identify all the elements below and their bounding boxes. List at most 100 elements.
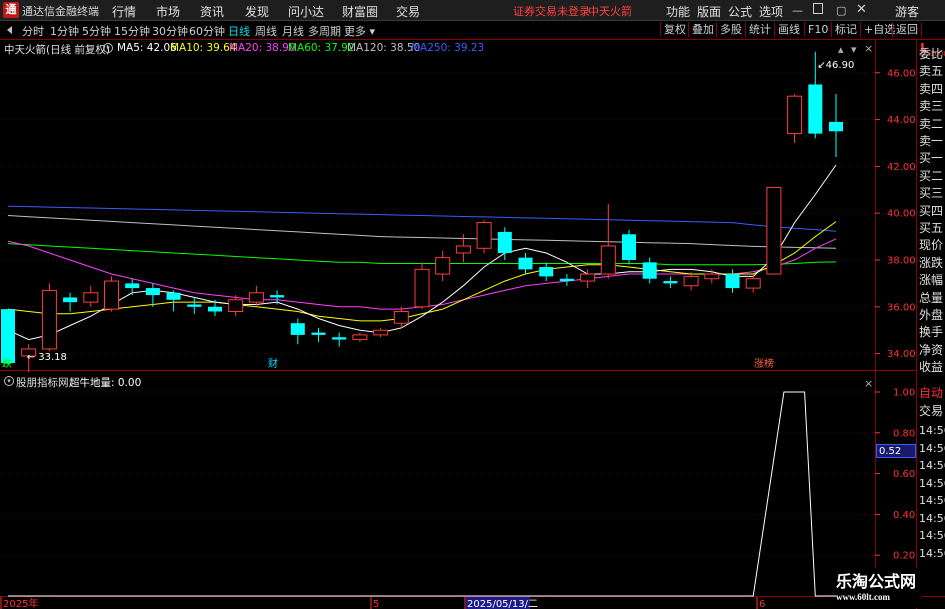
indicator-y-tick-label: 0.60 [893, 469, 915, 480]
event-marker: 涨榜 [754, 357, 774, 370]
indicator-y-tick-label: 0.20 [893, 551, 915, 562]
candle-body [311, 332, 326, 335]
candle-body [642, 262, 657, 279]
y-tick-label: 40.00 [887, 209, 916, 220]
candle-body [663, 281, 678, 284]
chart-down-icon[interactable]: ▾ [851, 43, 857, 56]
y-tick-label: 44.00 [887, 115, 916, 126]
watermark: 乐淘公式网 www.60lt.com [836, 568, 922, 608]
indicator-line [8, 391, 836, 597]
candle-body [104, 280, 119, 310]
candle-body [580, 273, 596, 282]
candle-body [745, 278, 761, 289]
ma60-label: MA60: 37.92 [288, 42, 355, 54]
event-marker: 跌 [2, 357, 12, 370]
ma-settings-icon[interactable]: ▾ [103, 43, 113, 53]
quote-label: 卖三 [919, 99, 944, 114]
chart-close-icon[interactable]: × [864, 42, 873, 55]
candle-body [808, 84, 823, 134]
y-tick-label: 34.00 [887, 349, 916, 360]
candle-body [559, 278, 574, 282]
ma5-label: MA5: 42.06 [117, 42, 177, 54]
quote-label: 买一 [919, 151, 944, 166]
quote-label: 卖二 [919, 116, 944, 131]
quote-label: 换手 [919, 325, 944, 340]
kline-chart[interactable]: ← 33.18 ↙46.90 跌 财 涨榜 46.00 44.00 42.00 40.00 38… [0, 0, 945, 609]
ma120-line [7, 215, 837, 249]
indicator-y-tick-label: 1.00 [893, 388, 915, 399]
low-price-marker: ← 33.18 [27, 352, 67, 363]
indicator-series-label: 超牛地量: 0.00 [69, 377, 142, 389]
candle-body [497, 231, 512, 253]
auto-trade-toggle[interactable]: 自动 [919, 384, 943, 401]
x-tick-label: 2025/05/13/二 [467, 599, 538, 609]
candles: ← 33.18 ↙46.90 跌 财 涨榜 [1, 51, 854, 373]
indicator-settings-icon[interactable]: ▾ [4, 376, 14, 386]
quote-label: 买四 [919, 203, 944, 218]
candle-body [270, 295, 285, 298]
tick-time: 14:56 [919, 476, 945, 490]
x-axis-labels: 2025年 5 2025/05/13/二 6 [0, 597, 765, 609]
candle-body [145, 288, 160, 296]
tick-time: 14:56 [919, 494, 945, 507]
quote-label: 卖五 [919, 64, 944, 79]
y-tick-label: 38.00 [887, 256, 916, 267]
indicator-y-tick-label: 0.80 [893, 428, 915, 439]
indicator-y-tick-label: 0.40 [893, 510, 915, 521]
candle-body [829, 121, 843, 132]
candle-body [83, 292, 99, 303]
candle-body [414, 268, 430, 308]
tick-time: 14:56 [919, 546, 945, 560]
watermark-url: www.60lt.com [836, 592, 890, 602]
y-tick-label: 42.00 [887, 162, 916, 173]
indicator-current-value: 0.52 [876, 444, 916, 458]
candle-body [63, 297, 78, 303]
ma10-label: MA10: 39.64 [170, 42, 237, 54]
indicator-name: 股朋指标网 [16, 377, 69, 389]
candle-body [41, 289, 57, 350]
candle-body [393, 310, 409, 324]
candle-body [166, 292, 181, 300]
candle-body [766, 186, 782, 275]
tick-time: 14:56 [919, 459, 945, 472]
tick-time: 14:56 [919, 424, 945, 437]
moving-averages [7, 164, 837, 341]
y-tick-label: 36.00 [887, 302, 916, 313]
quote-label: 买五 [919, 221, 944, 235]
candle-body [725, 274, 740, 289]
x-tick-label: 2025年 [3, 597, 38, 609]
ma60-line [7, 243, 837, 266]
candle-body [539, 267, 554, 277]
watermark-title: 乐淘公式网 [836, 574, 917, 591]
quote-label: 卖一 [919, 134, 944, 148]
candle-body [352, 334, 368, 341]
event-marker: 财 [268, 357, 278, 370]
candle-body [248, 292, 264, 303]
x-tick-label: 5 [373, 599, 379, 609]
candle-body [208, 306, 222, 312]
quote-label: 买二 [919, 168, 944, 183]
candle-body [125, 283, 140, 289]
indicator-panel: 1.00 0.80 0.60 0.40 0.20 [0, 388, 915, 597]
tick-time: 14:56 [919, 511, 945, 525]
quote-label: 买三 [919, 186, 944, 201]
candle-body [704, 273, 720, 280]
indicator-close-icon[interactable]: × [864, 377, 873, 390]
quote-label: 卖四 [919, 81, 944, 96]
quote-label: 收益 [919, 360, 944, 375]
candle-body [622, 234, 636, 260]
candle-body [187, 304, 202, 307]
candle-body [683, 275, 699, 287]
quote-label: 涨跌 [919, 255, 944, 270]
quote-label: 现价 [919, 238, 944, 253]
chart-up-icon[interactable]: ▴ [838, 43, 844, 56]
y-tick-label: 46.00 [887, 68, 916, 79]
grid [0, 72, 875, 355]
candle-body [435, 257, 451, 275]
candle-body [600, 245, 616, 275]
quote-label: 涨幅 [919, 273, 944, 288]
y-axis-labels: 46.00 44.00 42.00 40.00 38.00 36.00 34.00 [875, 68, 916, 360]
quote-label: 外盘 [919, 308, 944, 322]
quote-label: 委比 [919, 47, 944, 61]
candle-body [787, 95, 803, 135]
